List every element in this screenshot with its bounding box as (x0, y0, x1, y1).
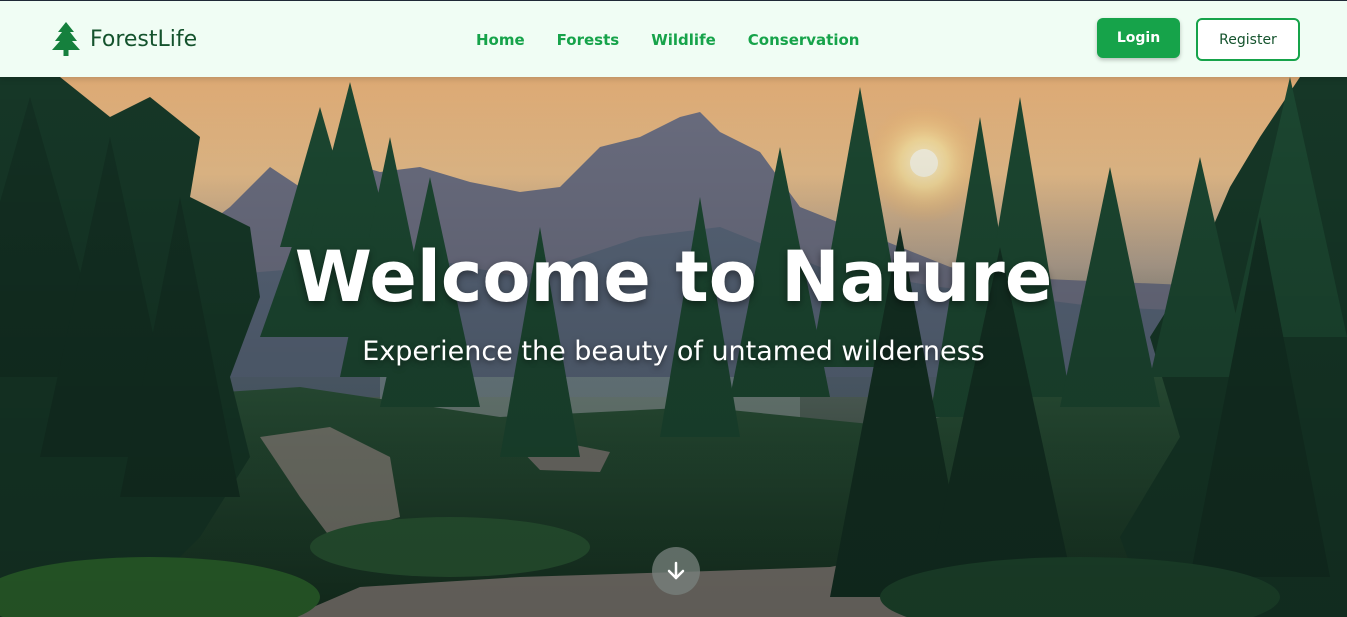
arrow-down-icon (667, 561, 685, 580)
hero-subtitle: Experience the beauty of untamed wildern… (362, 336, 985, 367)
scroll-down-button[interactable] (652, 547, 700, 595)
nav-link-conservation[interactable]: Conservation (748, 31, 860, 49)
hero-title: Welcome to Nature (294, 236, 1053, 318)
register-button[interactable]: Register (1196, 18, 1300, 61)
nav-link-forests[interactable]: Forests (557, 31, 620, 49)
main-nav: Home Forests Wildlife Conservation (476, 31, 891, 49)
brand-logo[interactable]: ForestLife (52, 22, 197, 56)
login-button[interactable]: Login (1097, 18, 1180, 58)
navbar: ForestLife Home Forests Wildlife Conserv… (0, 0, 1347, 77)
nav-link-wildlife[interactable]: Wildlife (651, 31, 716, 49)
hero-section: Welcome to Nature Experience the beauty … (0, 77, 1347, 617)
nav-link-home[interactable]: Home (476, 31, 525, 49)
pine-tree-icon (52, 22, 80, 56)
brand-name: ForestLife (90, 26, 198, 52)
